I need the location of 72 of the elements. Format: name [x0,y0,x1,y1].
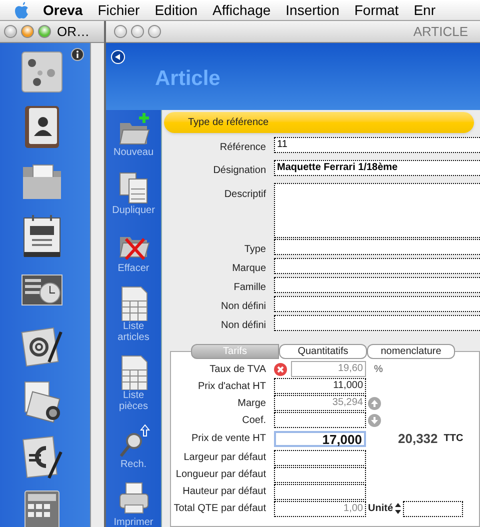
input-field[interactable]: 17,000 [274,430,366,447]
apple-icon[interactable] [14,2,28,18]
ttc-value: 20,332 [398,430,438,448]
toolbar-button[interactable]: Liste pièces [108,354,158,412]
input-field[interactable]: 1,00 [274,500,366,516]
menu-item[interactable]: Format [354,0,399,20]
window-title: OR… [57,22,90,41]
minimize-button[interactable] [131,25,144,38]
toolbar-button[interactable]: Rech. [108,423,158,470]
close-button[interactable] [114,25,127,38]
menu-item[interactable]: Enr [414,0,436,20]
field-label: Descriptif [223,188,266,202]
input-field[interactable] [274,466,366,482]
ttc-label: TTC [444,432,464,446]
section-title: Type de référence [188,116,269,130]
page-title: Article [155,66,220,92]
field-label: Non défini [220,319,266,333]
text-area[interactable] [274,183,480,238]
zoom-button[interactable] [38,25,51,38]
window-title: ARTICLE [413,22,468,41]
toolbar-button[interactable]: Effacer [108,227,158,274]
tab[interactable]: nomenclature [367,344,455,359]
field-label: Désignation [212,164,266,178]
input-field[interactable]: 11 [274,137,480,153]
input-field[interactable] [403,500,463,516]
input-field[interactable] [274,315,480,331]
zoom-button[interactable] [148,25,161,38]
stepper-icon[interactable] [395,503,401,514]
field-label: Marque [231,262,266,276]
info-icon[interactable] [71,48,84,61]
input-field[interactable] [274,239,480,255]
input-field[interactable]: 19,60 [291,361,366,377]
toolbar-button[interactable]: Imprimer [108,481,158,527]
input-field[interactable] [274,296,480,312]
toolbar-button[interactable]: Dupliquer [108,169,158,216]
unit-label: Unité [368,502,393,516]
field-label: Référence [218,141,266,155]
clear-icon[interactable] [274,362,287,376]
toolbar-button[interactable]: Nouveau [108,111,158,158]
minimize-button[interactable] [21,25,34,38]
input-field[interactable] [274,484,366,500]
field-label: Prix d'achat HT [196,380,266,394]
field-label: Type [243,243,266,257]
input-field[interactable] [274,450,366,466]
input-field[interactable] [274,258,480,274]
menu-item[interactable]: Fichier [98,0,140,20]
unit-label: % [374,362,383,376]
field-label: Prix de vente HT [190,432,266,446]
input-field[interactable]: 35,294 [274,395,366,411]
close-button[interactable] [4,25,17,38]
field-label: Largeur par défaut [182,451,266,465]
toolbar-button[interactable]: Liste articles [108,285,158,343]
field-label: Famille [232,281,266,295]
menu-item[interactable]: Oreva [43,0,83,20]
menu-item[interactable]: Edition [154,0,198,20]
field-label: Taux de TVA [208,362,266,376]
input-field[interactable]: Maquette Ferrari 1/18ème [274,160,480,176]
field-label: Total QTE par défaut [172,502,266,516]
input-field[interactable] [274,412,366,428]
mixer-icon[interactable] [19,49,65,95]
back-icon[interactable] [111,50,125,64]
menu-item[interactable]: Affichage [212,0,271,20]
field-label: Longueur par défaut [174,468,266,482]
menu-item[interactable]: Insertion [286,0,340,20]
tab[interactable]: Quantitatifs [279,344,367,359]
field-label: Coef. [241,414,266,428]
input-field[interactable]: 11,000 [274,378,366,394]
field-label: Non défini [220,300,266,314]
input-field[interactable] [274,277,480,293]
field-label: Marge [236,396,266,410]
new-folder-icon [116,111,150,147]
field-label: Hauteur par défaut [182,485,266,499]
